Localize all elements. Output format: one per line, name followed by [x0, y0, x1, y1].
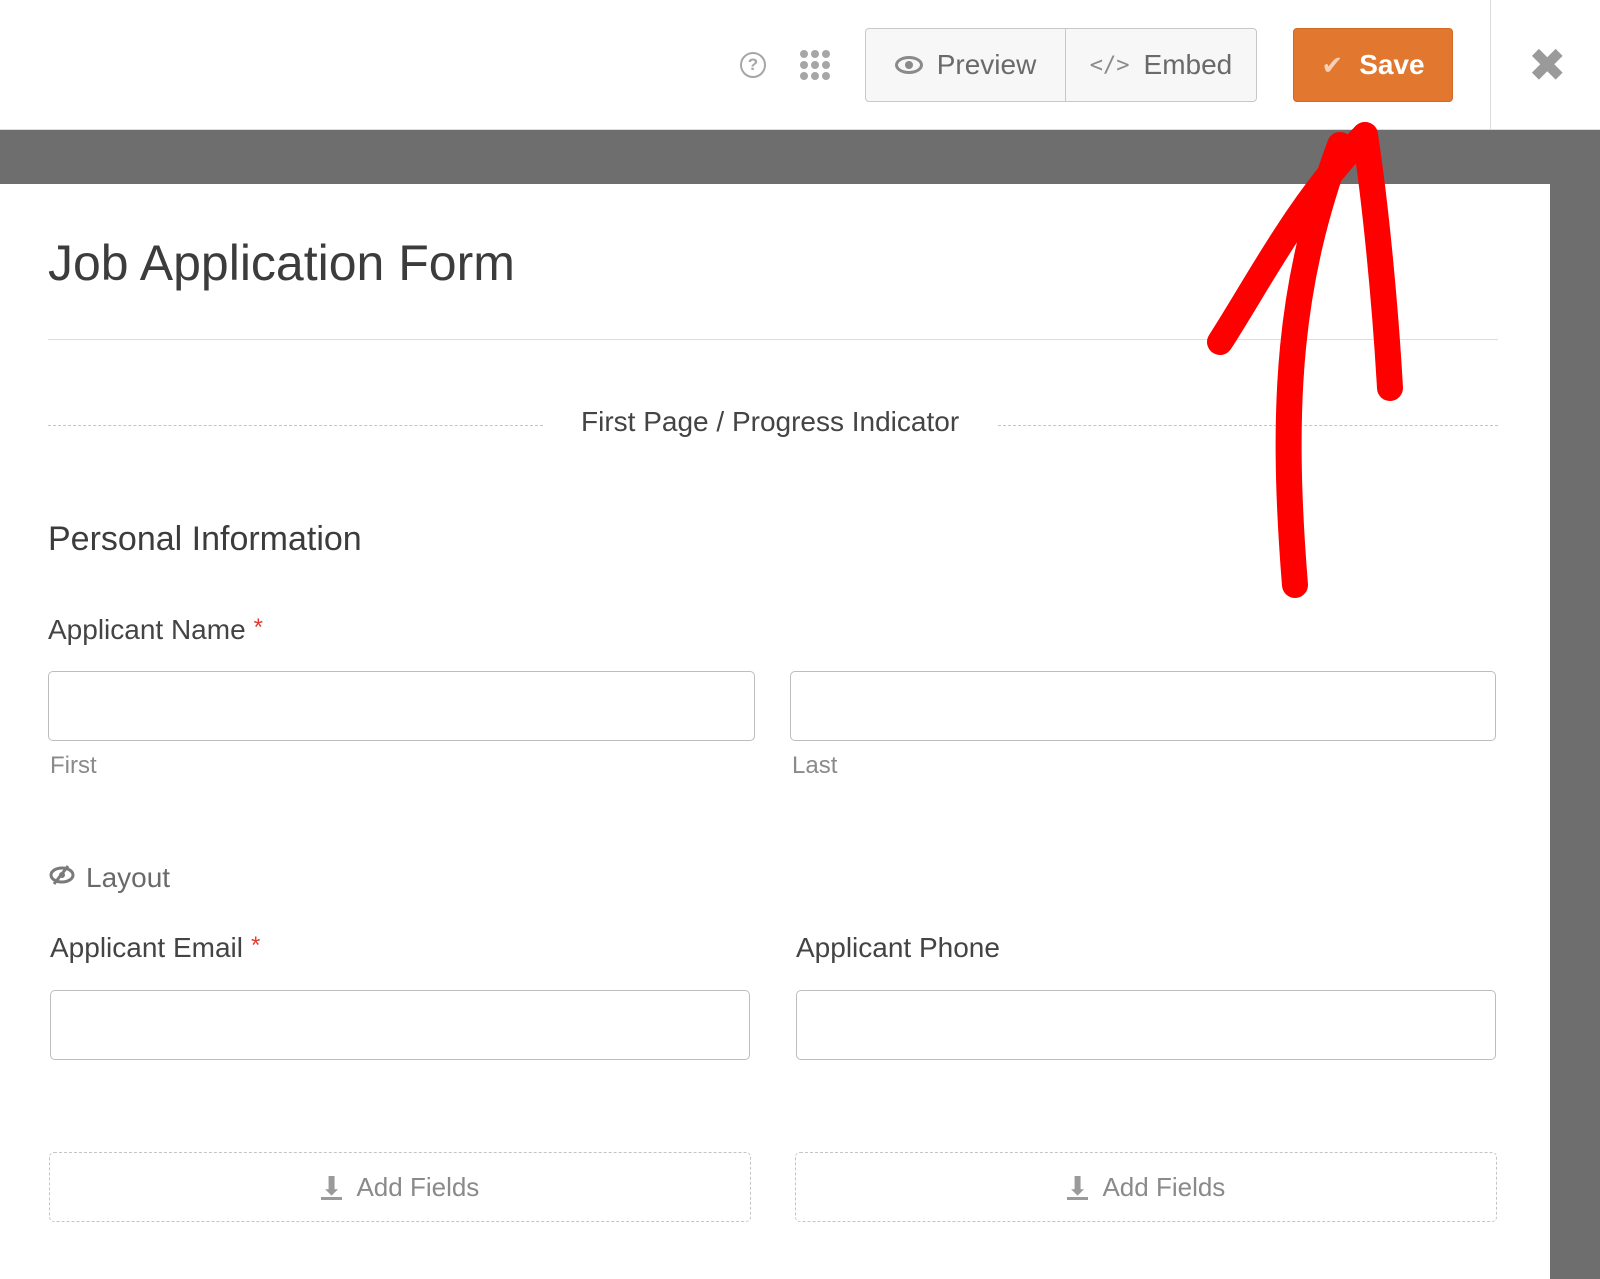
add-fields-label: Add Fields: [356, 1171, 480, 1202]
applicant-name-label: Applicant Name *: [48, 614, 263, 646]
required-mark: *: [250, 932, 261, 959]
add-fields-right[interactable]: ⬇ Add Fields: [795, 1152, 1497, 1222]
applicant-phone-label: Applicant Phone: [796, 932, 1000, 963]
last-name-sublabel: Last: [792, 752, 838, 779]
help-icon[interactable]: ?: [740, 52, 766, 78]
section-title: Personal Information: [48, 520, 362, 558]
required-mark: *: [253, 614, 263, 641]
eye-slash-icon: [48, 864, 76, 893]
applicant-email-input[interactable]: [50, 990, 750, 1060]
form-preview-panel: Job Application Form First Page / Progre…: [0, 184, 1550, 1279]
preview-button[interactable]: Preview: [866, 29, 1066, 101]
page-break-label: First Page / Progress Indicator: [581, 406, 960, 437]
toolbar-divider: [1490, 0, 1491, 130]
save-label: Save: [1359, 49, 1425, 80]
embed-label: Embed: [1143, 49, 1233, 80]
add-fields-left[interactable]: ⬇ Add Fields: [49, 1152, 751, 1222]
check-icon: ✔: [1321, 49, 1344, 80]
save-button[interactable]: ✔ Save: [1293, 28, 1453, 102]
layout-row[interactable]: Layout: [48, 862, 170, 894]
add-fields-label: Add Fields: [1102, 1171, 1226, 1202]
last-name-input[interactable]: [790, 671, 1496, 741]
page-break-indicator[interactable]: First Page / Progress Indicator: [48, 406, 1498, 446]
form-title: Job Application Form: [48, 235, 515, 291]
applicant-phone-input[interactable]: [796, 990, 1496, 1060]
title-divider: [48, 339, 1498, 340]
first-name-input[interactable]: [48, 671, 755, 741]
preview-embed-group: Preview </> Embed: [865, 28, 1257, 102]
top-toolbar: ? Preview </> Embed ✔ Save ✖: [0, 0, 1600, 130]
applicant-email-label-text: Applicant Email: [50, 932, 243, 963]
eye-icon: [894, 56, 923, 74]
code-icon: </>: [1089, 52, 1130, 78]
applicant-email-label: Applicant Email *: [50, 932, 260, 964]
first-name-sublabel: First: [50, 752, 97, 779]
preview-label: Preview: [936, 49, 1037, 80]
close-icon[interactable]: ✖: [1528, 42, 1567, 88]
apps-grid-icon[interactable]: [800, 50, 830, 80]
download-arrow-icon: ⬇: [320, 1170, 343, 1201]
embed-button[interactable]: </> Embed: [1066, 29, 1256, 101]
download-arrow-icon: ⬇: [1066, 1170, 1089, 1201]
layout-label: Layout: [86, 862, 171, 893]
dashed-line-left: [48, 425, 543, 426]
dashed-line-right: [998, 425, 1498, 426]
applicant-name-label-text: Applicant Name: [48, 614, 246, 645]
